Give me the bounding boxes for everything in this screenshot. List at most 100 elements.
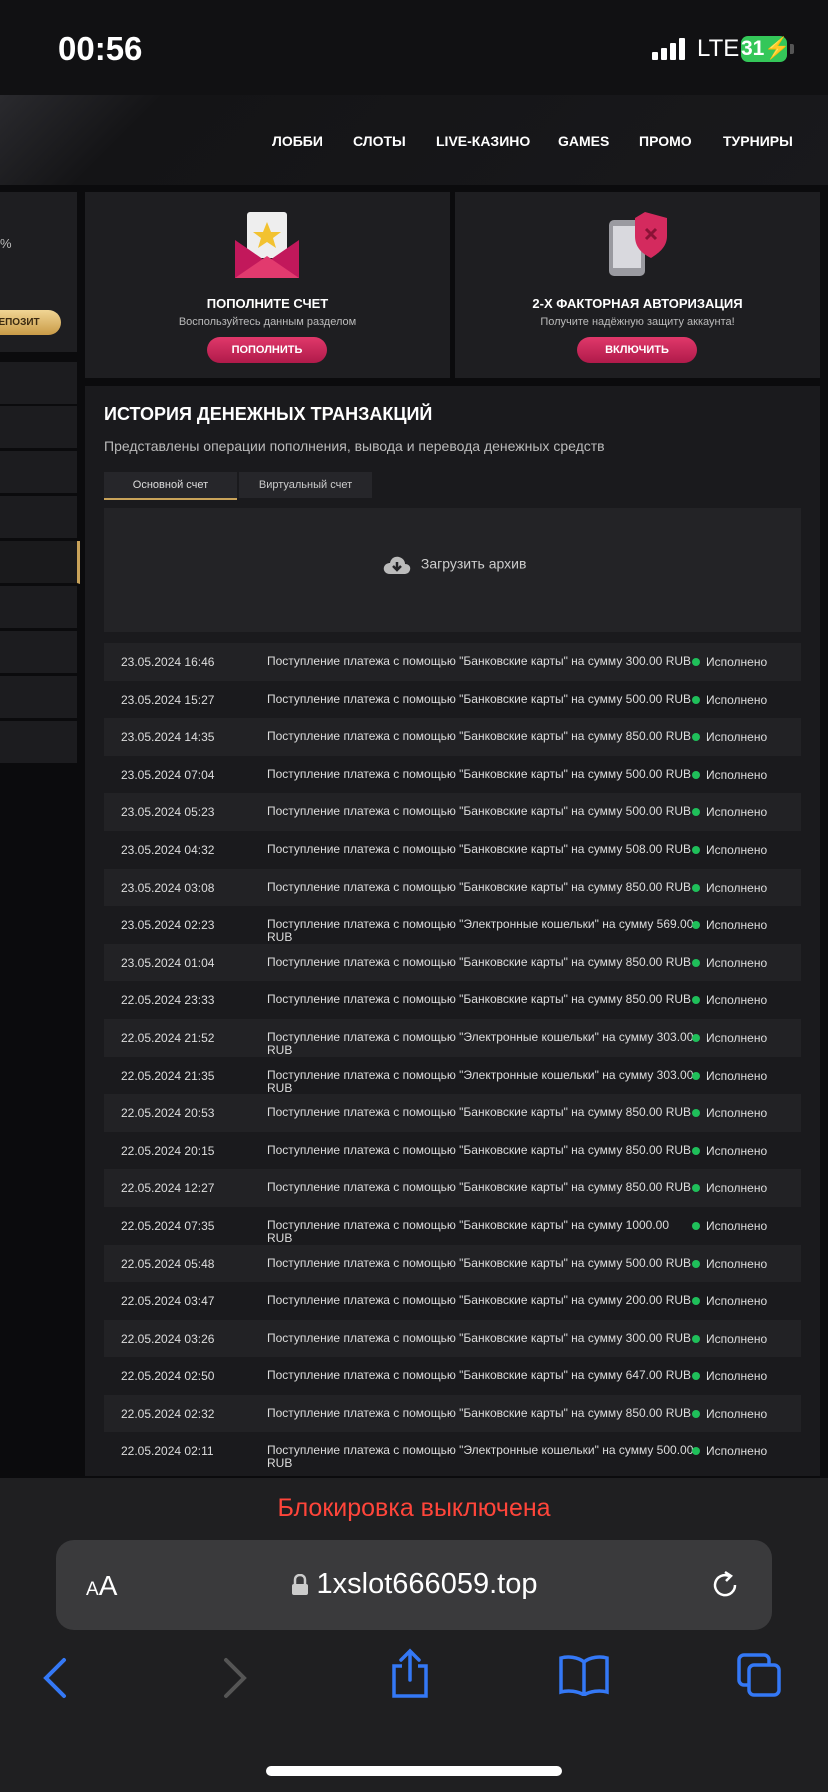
nav-promo[interactable]: ПРОМО	[639, 133, 692, 149]
tx-date: 22.05.2024 03:26	[121, 1331, 215, 1346]
table-row: 22.05.2024 02:50 Поступление платежа с по…	[104, 1357, 801, 1395]
table-row: 22.05.2024 07:35 Поступление платежа с по…	[104, 1206, 801, 1245]
table-row: 23.05.2024 05:23 Поступление платежа с по…	[104, 793, 801, 831]
tx-status: Исполнено	[706, 955, 768, 970]
page-title: ИСТОРИЯ ДЕНЕЖНЫХ ТРАНЗАКЦИЙ	[104, 404, 433, 424]
nav-tournaments[interactable]: ТУРНИРЫ	[723, 133, 793, 149]
tx-status: Исполнено	[706, 1218, 768, 1233]
enable-2fa-button[interactable]: ВКЛЮЧИТЬ	[577, 337, 697, 363]
tx-date: 22.05.2024 02:11	[121, 1444, 214, 1459]
tx-description: Поступление платежа с помощью "Банковски…	[267, 766, 692, 781]
tx-date: 22.05.2024 20:53	[121, 1106, 215, 1121]
status-dot-icon	[692, 1033, 700, 1042]
sidebar-item[interactable]	[0, 496, 77, 539]
reload-icon[interactable]	[708, 1568, 742, 1602]
bookmarks-icon[interactable]	[558, 1654, 610, 1696]
table-row: 22.05.2024 02:32 Поступление платежа с по…	[104, 1394, 801, 1433]
signal-icon	[652, 38, 686, 60]
tx-date: 22.05.2024 07:35	[121, 1218, 215, 1233]
tab-main-account[interactable]: Основной счет	[104, 472, 237, 500]
twofa-card: 2-Х ФАКТОРНАЯ АВТОРИЗАЦИЯ Получите надёж…	[455, 192, 820, 378]
back-icon[interactable]	[40, 1656, 70, 1700]
tabs-icon[interactable]	[736, 1652, 782, 1698]
tx-status: Исполнено	[706, 1143, 768, 1158]
battery-level: 31	[741, 37, 765, 60]
bonus-percent: %	[0, 236, 12, 251]
tx-date: 22.05.2024 23:33	[121, 993, 215, 1008]
download-archive-button[interactable]: Загрузить архив	[383, 554, 526, 576]
tx-status: Исполнено	[706, 692, 768, 707]
tx-date: 22.05.2024 03:47	[121, 1294, 215, 1309]
tx-status: Исполнено	[706, 1331, 768, 1346]
tx-date: 23.05.2024 05:23	[121, 805, 215, 820]
nav-lobby[interactable]: ЛОББИ	[272, 133, 323, 149]
status-dot-icon	[692, 1409, 700, 1418]
sidebar-item[interactable]	[0, 586, 77, 629]
tx-description: Поступление платежа с помощью "Банковски…	[267, 992, 692, 1007]
tx-date: 22.05.2024 20:15	[121, 1143, 215, 1158]
nav-live-casino[interactable]: LIVE-КАЗИНО	[436, 133, 530, 149]
tx-description: Поступление платежа с помощью "Банковски…	[267, 1368, 692, 1383]
transaction-history-section: ИСТОРИЯ ДЕНЕЖНЫХ ТРАНЗАКЦИЙ Представлены…	[85, 386, 820, 1476]
sidebar-item[interactable]	[0, 406, 77, 449]
tx-date: 23.05.2024 15:27	[121, 692, 215, 707]
tx-status: Исполнено	[706, 1106, 768, 1121]
tx-status: Исполнено	[706, 842, 768, 857]
tx-date: 23.05.2024 03:08	[121, 880, 215, 895]
deposit-card-subtitle: Воспользуйтесь данным разделом	[178, 316, 357, 328]
network-label: LTE	[697, 35, 740, 62]
deposit-card: ПОПОЛНИТЕ СЧЕТ Воспользуйтесь данным раз…	[85, 192, 450, 378]
tx-description: Поступление платежа с помощью "Банковски…	[267, 1142, 692, 1157]
status-dot-icon	[692, 845, 700, 854]
sidebar-item[interactable]	[0, 362, 77, 405]
tx-description: Поступление платежа с помощью "Банковски…	[267, 879, 692, 894]
sidebar-item-active[interactable]	[0, 541, 80, 584]
twofa-card-subtitle: Получите надёжную защиту аккаунта!	[540, 316, 735, 328]
nav-games[interactable]: GAMES	[558, 133, 609, 149]
tx-description: Поступление платежа с помощью "Банковски…	[267, 1217, 670, 1245]
status-dot-icon	[692, 883, 700, 892]
tx-description: Поступление платежа с помощью "Банковски…	[267, 691, 692, 706]
ios-status-bar: 00:56 LTE 31⚡	[0, 0, 828, 95]
address-bar[interactable]: AA 1xslot666059.top	[56, 1540, 772, 1630]
twofa-card-title: 2-Х ФАКТОРНАЯ АВТОРИЗАЦИЯ	[532, 296, 743, 311]
deposit-button[interactable]: ДЕПОЗИТ	[0, 310, 61, 335]
nav-slots[interactable]: СЛОТЫ	[353, 133, 406, 149]
envelope-star-icon	[235, 212, 299, 278]
clock: 00:56	[58, 30, 143, 67]
tx-description: Поступление платежа с помощью "Банковски…	[267, 1330, 692, 1345]
tx-status: Исполнено	[706, 805, 768, 820]
table-row: 22.05.2024 20:53 Поступление платежа с по…	[104, 1094, 801, 1132]
sidebar-item[interactable]	[0, 451, 77, 494]
tx-description: Поступление платежа с помощью "Банковски…	[267, 1405, 692, 1420]
table-row: 22.05.2024 21:35 Поступление платежа с по…	[104, 1056, 801, 1095]
archive-dropzone[interactable]: Загрузить архив	[104, 508, 801, 632]
status-dot-icon	[692, 996, 700, 1005]
tx-status: Исполнено	[706, 655, 768, 669]
sidebar-item[interactable]	[0, 676, 77, 719]
forward-icon[interactable]	[220, 1656, 250, 1700]
url-field[interactable]: 1xslot666059.top	[56, 1568, 772, 1601]
table-row: 23.05.2024 14:35 Поступление платежа с по…	[104, 718, 801, 756]
tx-status: Исполнено	[706, 767, 768, 782]
tx-status: Исполнено	[706, 880, 768, 895]
tx-description: Поступление платежа с помощью "Банковски…	[267, 1105, 692, 1120]
archive-label: Загрузить архив	[420, 555, 527, 572]
tx-description: Поступление платежа с помощью "Электронн…	[267, 1029, 694, 1057]
tx-description: Поступление платежа с помощью "Банковски…	[267, 1293, 692, 1308]
status-dot-icon	[692, 1071, 700, 1080]
sidebar-item[interactable]	[0, 631, 77, 674]
tx-date: 22.05.2024 12:27	[121, 1181, 215, 1196]
tab-virtual-account[interactable]: Виртуальный счет	[239, 472, 372, 498]
sidebar-item[interactable]	[0, 721, 77, 764]
table-row: 23.05.2024 01:04 Поступление платежа с по…	[104, 943, 801, 982]
table-row: 22.05.2024 12:27 Поступление платежа с по…	[104, 1169, 801, 1207]
status-dot-icon	[692, 1146, 700, 1155]
tx-status: Исполнено	[706, 730, 768, 745]
tx-description: Поступление платежа с помощью "Банковски…	[267, 729, 692, 744]
top-up-button[interactable]: ПОПОЛНИТЬ	[207, 337, 327, 363]
table-row: 23.05.2024 07:04 Поступление платежа с по…	[104, 755, 801, 794]
tx-description: Поступление платежа с помощью "Банковски…	[267, 841, 692, 856]
table-row: 22.05.2024 20:15 Поступление платежа с по…	[104, 1131, 801, 1170]
share-icon[interactable]	[388, 1648, 432, 1700]
